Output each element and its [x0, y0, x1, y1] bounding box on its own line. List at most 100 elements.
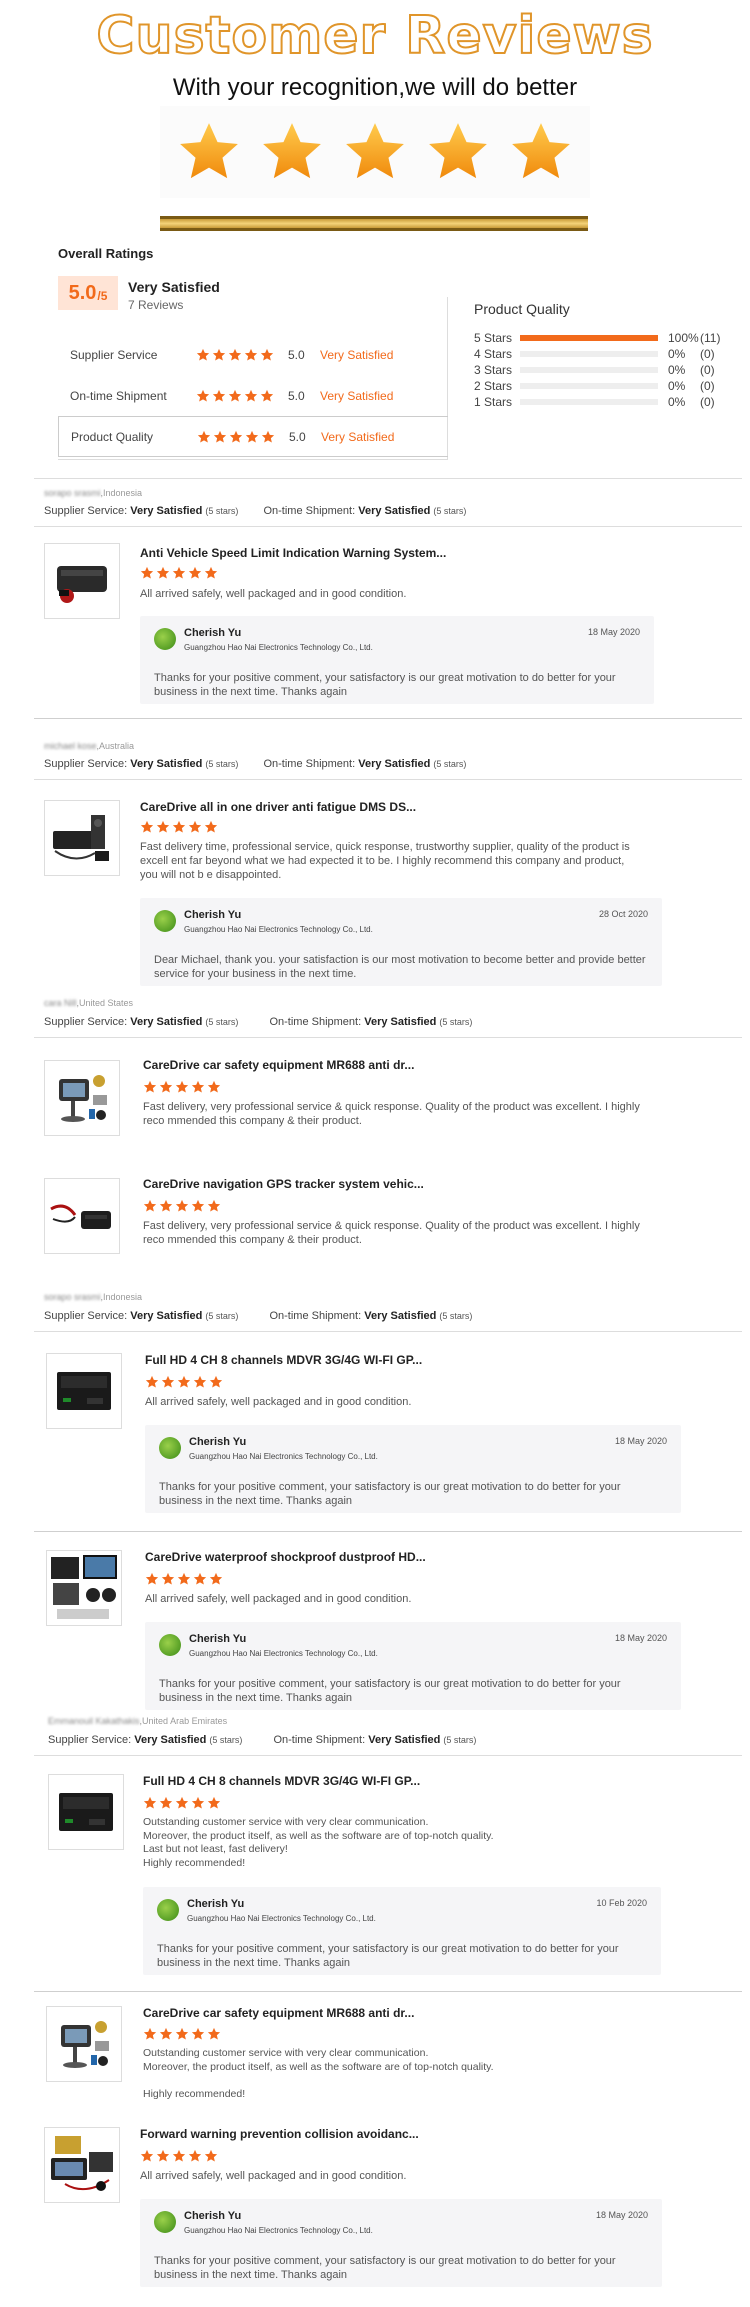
rating-stars: [197, 430, 289, 444]
reply-date: 18 May 2020: [587, 627, 640, 637]
reviewer-country: ,Australia: [96, 741, 135, 751]
seller-company: Guangzhou Hao Nai Electronics Technology…: [189, 1649, 378, 1658]
quality-distribution-row[interactable]: 1 Stars 0% (0): [474, 394, 715, 410]
banner-subtitle: With your recognition,we will do better: [172, 74, 578, 101]
review-text: All arrived safely, well packaged and in…: [140, 2170, 407, 2182]
reviewer-info: Emmanouil Kakathakis,United Arab Emirate…: [48, 1716, 227, 1726]
product-thumbnail[interactable]: [46, 1550, 122, 1626]
star-icon: [172, 2149, 186, 2163]
quality-distribution-row[interactable]: 2 Stars 0% (0): [474, 378, 715, 394]
product-thumbnail[interactable]: [44, 1178, 120, 1254]
dist-count: (0): [700, 347, 715, 361]
star-icon: [197, 430, 211, 444]
star-icon: [143, 2027, 157, 2041]
seller-name: Cherish Yu: [184, 2210, 242, 2222]
product-image: [45, 801, 119, 875]
seller-company: Guangzhou Hao Nai Electronics Technology…: [184, 643, 373, 652]
product-thumbnail[interactable]: [48, 1774, 124, 1850]
reviewer-name: sorapo srasmi: [44, 488, 101, 498]
product-thumbnail[interactable]: [44, 2127, 120, 2203]
dist-label: 1 Stars: [474, 395, 513, 409]
star-icon: [140, 2149, 154, 2163]
reviewer-info: sorapo srasmi,Indonesia: [44, 1292, 142, 1302]
star-icon: [259, 119, 325, 185]
star-icon: [156, 820, 170, 834]
seller-name: Cherish Yu: [184, 627, 242, 639]
star-icon: [228, 389, 242, 403]
review-stars: [140, 2149, 218, 2163]
star-icon: [508, 119, 574, 185]
star-icon: [140, 566, 154, 580]
reviewer-name: Emmanouil Kakathakis: [48, 1716, 140, 1726]
product-image: [45, 1179, 119, 1253]
dist-percent: 0%: [668, 395, 686, 409]
star-icon: [342, 119, 408, 185]
seller-avatar: [154, 910, 176, 932]
supplier-service-stars: (5 stars): [205, 1017, 239, 1027]
review-stars: [140, 566, 218, 580]
quality-distribution-row[interactable]: 3 Stars 0% (0): [474, 362, 715, 378]
reviewer-info: sorapo srasmi,Indonesia: [44, 488, 142, 498]
product-title[interactable]: CareDrive waterproof shockproof dustproo…: [145, 1550, 426, 1564]
banner-stars: [160, 106, 590, 198]
rating-row-on-time-shipment[interactable]: On-time Shipment 5.0 Very Satisfied: [58, 375, 448, 416]
product-title[interactable]: Anti Vehicle Speed Limit Indication Warn…: [140, 546, 446, 560]
star-icon: [140, 820, 154, 834]
product-thumbnail[interactable]: [44, 543, 120, 619]
dist-bar: [520, 351, 658, 357]
star-icon: [191, 2027, 205, 2041]
product-thumbnail[interactable]: [44, 1060, 120, 1136]
divider: [34, 1991, 742, 1992]
rating-text: Very Satisfied: [321, 429, 395, 444]
rating-row-product-quality[interactable]: Product Quality 5.0 Very Satisfied: [58, 416, 448, 457]
supplier-service-label: Supplier Service:: [44, 1016, 128, 1028]
star-icon: [196, 389, 210, 403]
star-icon: [159, 2027, 173, 2041]
supplier-service-value: Very Satisfied: [130, 758, 203, 770]
product-title[interactable]: CareDrive all in one driver anti fatigue…: [140, 800, 416, 814]
reply-message: Thanks for your positive comment, your s…: [157, 1943, 619, 1969]
star-icon: [193, 1375, 207, 1389]
product-image: [47, 1354, 121, 1428]
review-stars: [145, 1572, 223, 1586]
shipment-stars: (5 stars): [433, 759, 467, 769]
product-thumbnail[interactable]: [46, 2006, 122, 2082]
star-icon: [244, 348, 258, 362]
divider: [34, 526, 742, 527]
product-thumbnail[interactable]: [44, 800, 120, 876]
product-title[interactable]: Full HD 4 CH 8 channels MDVR 3G/4G WI-FI…: [143, 1774, 420, 1788]
reviews-banner: Customer Reviews With your recognition,w…: [0, 0, 750, 240]
shipment-label: On-time Shipment:: [263, 758, 356, 770]
dist-bar: [520, 383, 658, 389]
product-title[interactable]: Full HD 4 CH 8 channels MDVR 3G/4G WI-FI…: [145, 1353, 422, 1367]
seller-company: Guangzhou Hao Nai Electronics Technology…: [184, 2226, 373, 2235]
reviewer-info: michael kose,Australia: [44, 741, 134, 751]
rating-row-supplier-service[interactable]: Supplier Service 5.0 Very Satisfied: [58, 334, 448, 375]
service-line: Supplier Service: Very Satisfied (5 stars…: [44, 505, 466, 517]
product-title[interactable]: CareDrive car safety equipment MR688 ant…: [143, 1058, 414, 1072]
quality-distribution-row[interactable]: 4 Stars 0% (0): [474, 346, 715, 362]
seller-reply: Cherish Yu 18 May 2020 Guangzhou Hao Nai…: [140, 2199, 662, 2287]
product-thumbnail[interactable]: [46, 1353, 122, 1429]
shipment-label: On-time Shipment:: [263, 505, 356, 517]
review-stars: [143, 1080, 221, 1094]
star-icon: [260, 389, 274, 403]
product-title[interactable]: CareDrive navigation GPS tracker system …: [143, 1177, 424, 1191]
seller-name: Cherish Yu: [189, 1436, 247, 1448]
quality-distribution-row[interactable]: 5 Stars 100% (11): [474, 330, 720, 346]
star-icon: [212, 389, 226, 403]
product-title[interactable]: CareDrive car safety equipment MR688 ant…: [143, 2006, 414, 2020]
star-icon: [156, 2149, 170, 2163]
review-text: All arrived safely, well packaged and in…: [140, 588, 407, 600]
star-icon: [260, 348, 274, 362]
rating-text: Very Satisfied: [320, 347, 394, 362]
product-image: [47, 2007, 121, 2081]
review-text: Outstanding customer service with very c…: [143, 2047, 494, 2100]
dist-percent: 0%: [668, 363, 686, 377]
review-text: All arrived safely, well packaged and in…: [145, 1593, 412, 1605]
reply-message: Dear Michael, thank you. your satisfacti…: [154, 954, 646, 980]
dist-count: (11): [700, 331, 721, 345]
star-icon: [177, 1572, 191, 1586]
shipment-label: On-time Shipment:: [273, 1734, 366, 1746]
product-title[interactable]: Forward warning prevention collision avo…: [140, 2127, 419, 2141]
